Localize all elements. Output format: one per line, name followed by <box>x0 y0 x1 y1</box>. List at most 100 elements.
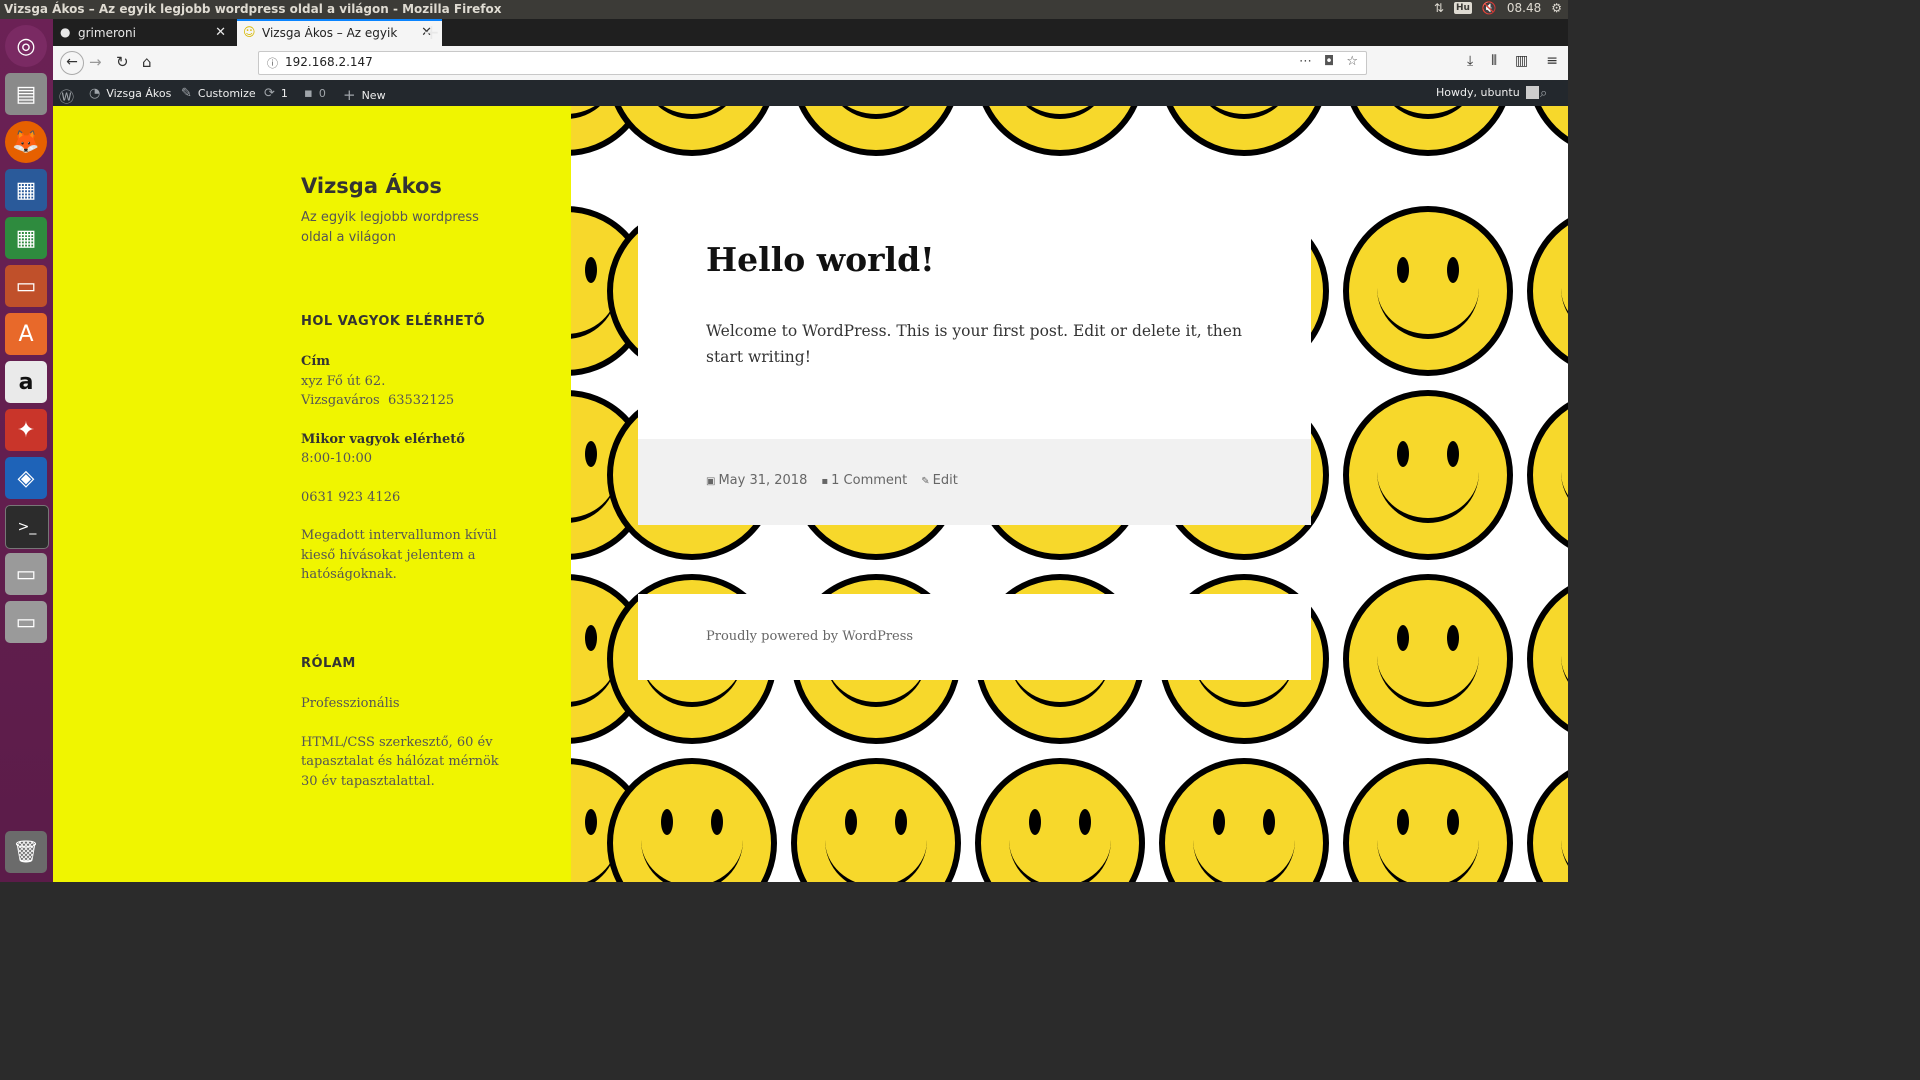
site-name-label: Vizsga Ákos <box>106 87 172 100</box>
sidebar: Vizsga Ákos Az egyik legjobb wordpress o… <box>53 106 571 882</box>
smiley-face <box>791 758 961 882</box>
admin-comments[interactable]: ▪ 0 <box>304 86 326 101</box>
github-icon: ● <box>60 25 71 39</box>
tab-label: Vizsga Ákos – Az egyik le <box>262 26 402 40</box>
url-text[interactable]: 192.168.2.147 <box>285 55 373 69</box>
pocket-icon[interactable]: ◘ <box>1324 54 1334 69</box>
os-top-panel: Vizsga Ákos – Az egyik legjobb wordpress… <box>0 0 1568 19</box>
page-content: Vizsga Ákos Az egyik legjobb wordpress o… <box>53 106 1568 882</box>
post-edit-link[interactable]: ✎ Edit <box>921 473 958 488</box>
impress-icon[interactable]: ▭ <box>5 265 47 307</box>
admin-account[interactable]: Howdy, ubuntu <box>1436 86 1539 99</box>
updates-count: 1 <box>280 87 288 100</box>
firefox-icon[interactable]: 🦊 <box>5 121 47 163</box>
post-title[interactable]: Hello world! <box>706 240 935 279</box>
terminal-icon[interactable]: >_ <box>5 505 49 549</box>
contact-widget: Cím xyz Fő út 62. Vizsgaváros 63532125 M… <box>301 352 501 585</box>
keyboard-layout-indicator[interactable]: Hu <box>1453 2 1472 14</box>
widget-title-about: RÓLAM <box>301 656 356 671</box>
downloads-icon[interactable]: ⤓ <box>1467 53 1473 69</box>
writer-icon[interactable]: ▦ <box>5 169 47 211</box>
sidebar-toggle-icon[interactable]: ▥ <box>1515 53 1528 69</box>
system-settings-icon[interactable]: ✦ <box>5 409 47 451</box>
tab-vizsga-akos[interactable]: ☺ Vizsga Ákos – Az egyik le ✕ <box>237 19 442 48</box>
smiley-favicon-icon: ☺ <box>243 25 256 39</box>
post-meta: ▣ May 31, 2018 ▪ 1 Comment ✎ Edit <box>638 439 1311 525</box>
site-title[interactable]: Vizsga Ákos <box>301 174 442 198</box>
smiley-face <box>1343 206 1513 376</box>
virtualbox-icon[interactable]: ◈ <box>5 457 47 499</box>
smiley-face <box>1343 758 1513 882</box>
comments-text: 1 Comment <box>831 473 908 488</box>
window-title: Vizsga Ákos – Az egyik legjobb wordpress… <box>4 2 502 16</box>
about-widget: Professzionális HTML/CSS szerkesztő, 60 … <box>301 694 501 791</box>
admin-site-name[interactable]: ◔ Vizsga Ákos <box>89 86 171 101</box>
reload-button[interactable]: ↻ <box>116 53 129 71</box>
smiley-face <box>1527 574 1568 744</box>
site-footer: Proudly powered by WordPress <box>638 594 1311 680</box>
indicator-area: ⇅ Hu 🔇 08.48 ⚙ <box>1434 1 1562 15</box>
back-button[interactable]: ← <box>60 51 84 75</box>
about-text-2: HTML/CSS szerkesztő, 60 év tapasztalat é… <box>301 734 499 789</box>
smiley-face <box>1159 106 1329 156</box>
search-icon[interactable]: ⌕ <box>1540 86 1547 101</box>
smiley-face <box>1343 390 1513 560</box>
post-card: Hello world! Welcome to WordPress. This … <box>638 174 1311 525</box>
amazon-icon[interactable]: a <box>5 361 47 403</box>
smiley-face <box>1159 758 1329 882</box>
smiley-face <box>1527 390 1568 560</box>
hours-label: Mikor vagyok elérhető <box>301 431 465 447</box>
url-bar[interactable]: ⓘ 192.168.2.147 ⋯ ◘ ☆ <box>258 51 1367 75</box>
admin-updates[interactable]: ⟳ 1 <box>264 86 288 101</box>
smiley-face <box>607 758 777 882</box>
post-date-text: May 31, 2018 <box>718 473 808 488</box>
home-button[interactable]: ⌂ <box>142 53 152 71</box>
smiley-face <box>975 106 1145 156</box>
admin-customize[interactable]: ✎ Customize <box>181 86 256 101</box>
menu-hamburger-icon[interactable]: ≡ <box>1546 53 1558 69</box>
post-comments-link[interactable]: ▪ 1 Comment <box>821 473 907 488</box>
customize-label: Customize <box>197 87 256 100</box>
post-date[interactable]: ▣ May 31, 2018 <box>706 473 807 488</box>
smiley-face <box>1343 106 1513 156</box>
forward-button[interactable]: → <box>89 53 102 71</box>
comments-count: 0 <box>318 87 326 100</box>
tab-label: grimeroni <box>78 26 136 40</box>
pencil-icon: ✎ <box>921 476 930 487</box>
smiley-face <box>1343 574 1513 744</box>
software-center-icon[interactable]: A <box>5 313 47 355</box>
navigation-toolbar: ← → ↻ ⌂ ⓘ 192.168.2.147 ⋯ ◘ ☆ ⤓ ⫴ ▥ ≡ <box>53 46 1568 81</box>
unity-launcher: ◎ ▤ 🦊 ▦ ▦ ▭ A a ✦ ◈ >_ ▭ ▭ 🗑 <box>0 19 53 882</box>
network-icon[interactable]: ⇅ <box>1434 1 1444 15</box>
wordpress-logo-icon[interactable]: Ⓦ <box>59 86 74 107</box>
calc-icon[interactable]: ▦ <box>5 217 47 259</box>
page-actions-icon[interactable]: ⋯ <box>1299 54 1312 69</box>
info-icon[interactable]: ⓘ <box>267 55 278 71</box>
contact-note: Megadott intervallumon kívül kieső hívás… <box>301 528 497 582</box>
files-icon[interactable]: ▤ <box>5 73 47 115</box>
address-label: Cím <box>301 354 331 369</box>
ubuntu-dash-icon[interactable]: ◎ <box>5 25 47 67</box>
smiley-face <box>1527 758 1568 882</box>
smiley-face <box>1527 106 1568 156</box>
about-text-1: Professzionális <box>301 696 400 711</box>
powered-by-link[interactable]: Proudly powered by WordPress <box>706 629 913 644</box>
settings-gear-icon[interactable]: ⚙ <box>1551 1 1562 15</box>
trash-icon[interactable]: 🗑 <box>5 831 47 873</box>
tab-bar: ● grimeroni ✕ ☺ Vizsga Ákos – Az egyik l… <box>53 19 1568 48</box>
brush-icon: ✎ <box>181 86 192 101</box>
tab-grimeroni[interactable]: ● grimeroni ✕ <box>53 21 236 46</box>
smiley-face <box>791 106 961 156</box>
admin-new[interactable]: + New <box>343 86 386 104</box>
library-icon[interactable]: ⫴ <box>1491 53 1497 69</box>
avatar <box>1525 86 1539 99</box>
smiley-face <box>1527 206 1568 376</box>
edit-text: Edit <box>932 473 958 488</box>
close-icon[interactable]: ✕ <box>215 25 226 40</box>
new-tab-button[interactable]: + <box>423 20 440 44</box>
clock[interactable]: 08.48 <box>1507 1 1541 15</box>
drive-icon[interactable]: ▭ <box>5 553 47 595</box>
drive-icon[interactable]: ▭ <box>5 601 47 643</box>
bookmark-star-icon[interactable]: ☆ <box>1346 54 1358 69</box>
volume-muted-icon[interactable]: 🔇 <box>1482 1 1497 15</box>
